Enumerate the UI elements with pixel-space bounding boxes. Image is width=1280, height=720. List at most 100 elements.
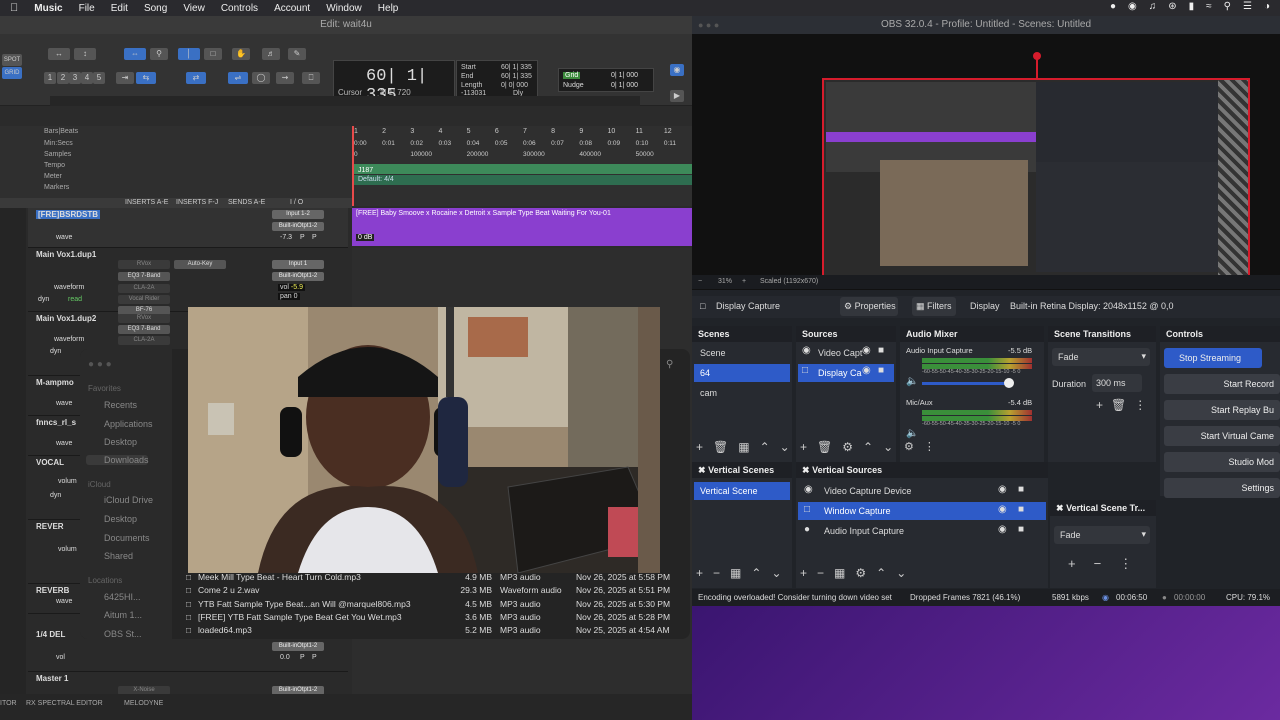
more-icon[interactable]: ⋮ bbox=[1119, 556, 1132, 572]
clip-gain[interactable]: 0 dB bbox=[356, 234, 375, 241]
battery-icon[interactable]: ▮ bbox=[1189, 1, 1195, 12]
selection-fields[interactable]: Start End Length 60| 1| 335 60| 1| 335 0… bbox=[456, 60, 538, 98]
track-pan-l[interactable]: P bbox=[300, 654, 305, 661]
zoom-preset-1[interactable]: 1 bbox=[44, 72, 56, 84]
mini-counter-icon[interactable]: ◉ bbox=[670, 64, 684, 76]
gear-icon[interactable]: ⚙ bbox=[855, 566, 866, 580]
search-icon[interactable]: ⚲ bbox=[666, 359, 673, 370]
volume-slider-knob[interactable] bbox=[1004, 378, 1014, 388]
link-track-button[interactable]: ⇄ bbox=[186, 72, 206, 84]
zoom-tool-icon[interactable]: ⚲ bbox=[150, 48, 168, 60]
scene-item[interactable]: cam bbox=[694, 384, 790, 402]
speaker-icon[interactable]: 🔈 bbox=[906, 428, 918, 439]
track-name[interactable]: [FRE]BSRDSTB bbox=[36, 210, 100, 219]
grid-value[interactable]: 0| 1| 000 bbox=[611, 72, 638, 79]
mirror-midi-button[interactable]: ⇌ bbox=[228, 72, 248, 84]
add-icon[interactable]: + bbox=[1068, 556, 1076, 572]
track-view[interactable]: vol bbox=[56, 654, 65, 661]
file-row[interactable]: □ [FREE] YTB Fatt Sample Type Beat Get Yo… bbox=[186, 611, 686, 625]
start-virtual-camera-button[interactable]: Start Virtual Came bbox=[1164, 426, 1280, 446]
start-record-button[interactable]: Start Record bbox=[1164, 374, 1280, 394]
minus-icon[interactable]: − bbox=[713, 566, 720, 580]
studio-mode-button[interactable]: Studio Mod bbox=[1164, 452, 1280, 472]
ruler-tempo[interactable]: Tempo bbox=[44, 162, 65, 169]
track-row[interactable]: [FRE]BSRDSTB Input 1-2 Built-inOtpt1-2 -… bbox=[28, 208, 348, 248]
track-mode[interactable]: dyn bbox=[50, 492, 61, 499]
insert-plugin[interactable]: Auto-Key bbox=[174, 260, 226, 269]
more-icon[interactable]: ⋮ bbox=[1134, 398, 1146, 412]
chevron-down-icon[interactable]: ⌄ bbox=[771, 566, 781, 580]
insert-plugin[interactable]: RVox bbox=[118, 314, 170, 323]
chevron-down-icon[interactable]: ⌄ bbox=[896, 566, 906, 580]
vol-readout[interactable]: vol -5.9 bbox=[278, 284, 305, 291]
add-icon[interactable]: + bbox=[696, 566, 703, 580]
track-name[interactable]: fnncs_rl_s bbox=[36, 418, 76, 427]
track-view[interactable]: waveform bbox=[54, 284, 84, 291]
toolbar-expand-icon[interactable]: ▶ bbox=[670, 90, 684, 102]
selector-tool[interactable]: □ bbox=[204, 48, 222, 60]
lock-icon[interactable]: ■ bbox=[878, 365, 884, 376]
zoom-out-button[interactable]: ↕ bbox=[74, 48, 96, 60]
lock-icon[interactable]: ■ bbox=[878, 345, 884, 356]
scene-item[interactable]: Scene bbox=[694, 344, 790, 362]
rx-spectral-editor-tab[interactable]: RX SPECTRAL EDITOR bbox=[26, 700, 103, 707]
main-counter[interactable]: 60| 1| 335 Cursor 1| 1| 720 bbox=[333, 60, 455, 105]
ruler-bars-beats[interactable]: Bars|Beats bbox=[44, 128, 78, 135]
track-volume[interactable]: -7.3 bbox=[280, 234, 292, 241]
siri-icon[interactable]: ◑ bbox=[1264, 1, 1270, 12]
file-row[interactable]: □ Meek Mill Type Beat - Heart Turn Cold.m… bbox=[186, 572, 686, 585]
insert-plugin[interactable]: RVox bbox=[118, 260, 170, 269]
track-output[interactable]: Built-inOtpt1-2 bbox=[272, 272, 324, 281]
zoom-preset-2[interactable]: 2 bbox=[57, 72, 69, 84]
automation-mode[interactable]: read bbox=[68, 296, 82, 303]
speaker-icon[interactable]: 🔈 bbox=[906, 376, 918, 387]
menu-help[interactable]: Help bbox=[378, 3, 399, 14]
track-name[interactable]: M-ampmo bbox=[36, 378, 74, 387]
gear-icon[interactable]: ⚙ bbox=[904, 440, 914, 453]
track-name[interactable]: Main Vox1.dup2 bbox=[36, 314, 96, 323]
trash-icon[interactable]: 🗑 bbox=[817, 440, 832, 454]
ruler-meter[interactable]: Meter bbox=[44, 173, 62, 180]
add-icon[interactable]: + bbox=[1096, 398, 1103, 412]
file-row[interactable]: □ loaded64.mp3 5.2 MB MP3 audio Nov 25, 2025… bbox=[186, 625, 686, 639]
meter-ruler-bar[interactable]: Default: 4/4 bbox=[354, 175, 692, 185]
ruler-min-secs[interactable]: Min:Secs bbox=[44, 140, 73, 147]
volume-slider[interactable] bbox=[922, 382, 1012, 385]
search-icon[interactable]: ⚲ bbox=[1224, 1, 1231, 12]
trim-tool[interactable]: │ bbox=[178, 48, 200, 60]
transition-select[interactable]: Fade ▾ bbox=[1052, 348, 1150, 366]
trash-icon[interactable]: 🗑 bbox=[713, 440, 728, 454]
link-timeline-button[interactable]: ⇆ bbox=[136, 72, 156, 84]
zoom-preset-5[interactable]: 5 bbox=[93, 72, 105, 84]
track-view[interactable]: wave bbox=[56, 234, 72, 241]
add-icon[interactable]: + bbox=[800, 440, 807, 454]
zoom-out-button[interactable]: − bbox=[698, 278, 702, 285]
chevron-down-icon[interactable]: ⌄ bbox=[780, 440, 790, 454]
track-mode[interactable]: dyn bbox=[38, 296, 49, 303]
vertical-source-item[interactable]: Video Capture Device bbox=[798, 482, 1046, 500]
insert-plugin[interactable]: EQ3 7-Band bbox=[118, 325, 170, 334]
pencil-icon[interactable]: ✎ bbox=[288, 48, 306, 60]
end-value[interactable]: 60| 1| 335 bbox=[501, 73, 532, 80]
insert-plugin[interactable]: CLA-2A bbox=[118, 284, 170, 293]
pan-readout[interactable]: pan 0 bbox=[278, 293, 300, 300]
track-view[interactable]: wave bbox=[56, 440, 72, 447]
lock-icon[interactable]: ■ bbox=[1018, 524, 1024, 535]
minus-icon[interactable]: − bbox=[817, 566, 824, 580]
zoom-in-button[interactable]: ↔ bbox=[48, 48, 70, 60]
insert-plugin[interactable]: Vocal Rider bbox=[118, 295, 170, 304]
start-replay-buffer-button[interactable]: Start Replay Bu bbox=[1164, 400, 1280, 420]
stop-streaming-button[interactable]: Stop Streaming bbox=[1164, 348, 1262, 368]
track-view[interactable]: wave bbox=[56, 400, 72, 407]
chevron-up-icon[interactable]: ⌃ bbox=[863, 440, 873, 454]
spot-mode-button[interactable]: SPOT bbox=[2, 54, 22, 66]
chevron-up-icon[interactable]: ⌃ bbox=[876, 566, 886, 580]
automation-follows-button[interactable]: ⇝ bbox=[276, 72, 294, 84]
preview-canvas[interactable] bbox=[822, 78, 1250, 282]
track-row[interactable]: Main Vox1.dup1 RVox EQ3 7-Band CLA-2A Vo… bbox=[28, 248, 348, 315]
sidebar-location[interactable]: Aitum 1... bbox=[104, 610, 142, 620]
duration-input[interactable]: 300 ms bbox=[1092, 374, 1142, 392]
keyboard-focus-button[interactable]: ⎕ bbox=[302, 72, 320, 84]
sidebar-applications[interactable]: Applications bbox=[104, 419, 153, 429]
length-value[interactable]: 0| 0| 000 bbox=[501, 82, 528, 89]
